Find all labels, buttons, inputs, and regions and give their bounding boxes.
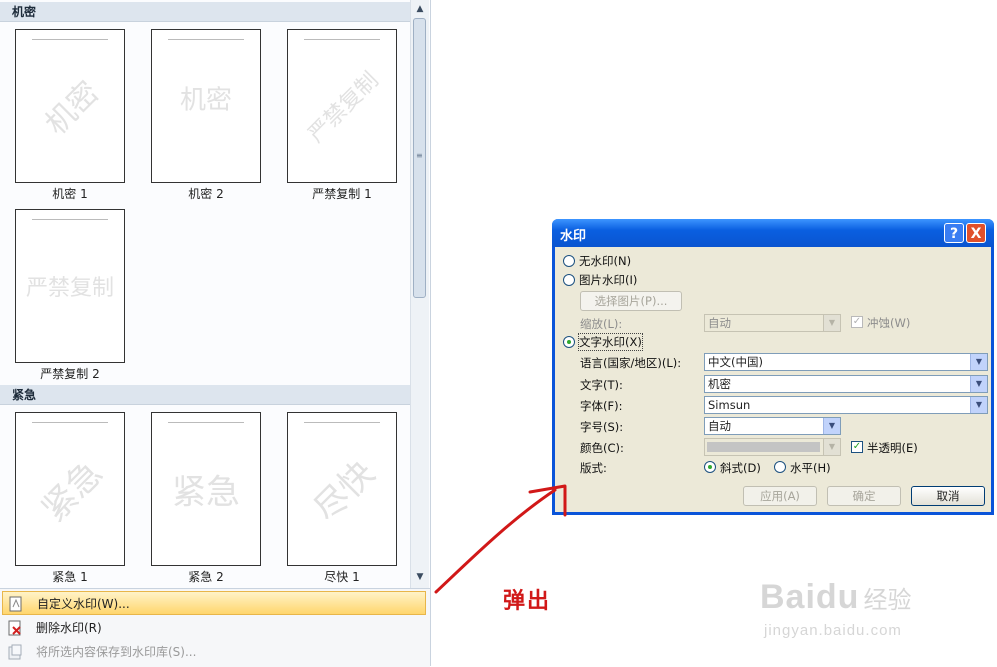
font-label: 字体(F): (580, 399, 623, 413)
custom-watermark-label: 自定义水印(W)... (37, 597, 130, 611)
document-icon (9, 596, 22, 612)
delete-document-icon (8, 620, 21, 636)
no-watermark-radio[interactable] (563, 255, 575, 267)
chevron-down-icon: ▼ (823, 315, 840, 331)
scale-select[interactable]: 自动 ▼ (704, 314, 841, 332)
watermark-thumbnail-asap-1[interactable]: 尽快 尽快 1 (287, 412, 397, 585)
diagonal-label: 斜式(D) (720, 461, 761, 475)
thumbnail-label: 严禁复制 1 (312, 187, 372, 201)
baidu-jingyan-logo: Baidu 经验 (760, 578, 911, 617)
color-swatch (707, 442, 820, 452)
watermark-text: 机密 (179, 85, 233, 116)
picture-watermark-label: 图片水印(I) (579, 273, 638, 287)
size-label: 字号(S): (580, 420, 624, 434)
watermark-text: 机密 (38, 74, 107, 143)
thumbnail-label: 紧急 1 (52, 570, 88, 584)
text-select[interactable]: 机密 ▼ (704, 375, 988, 393)
language-label: 语言(国家/地区)(L): (580, 356, 682, 370)
scale-label: 缩放(L): (580, 317, 623, 331)
washout-checkbox[interactable]: ✓ (851, 316, 863, 328)
dialog-titlebar[interactable]: 水印 ? X (552, 219, 994, 247)
text-watermark-radio[interactable] (563, 336, 575, 348)
watermark-text: 紧急 (34, 453, 111, 530)
select-picture-button[interactable]: 选择图片(P)... (580, 291, 682, 311)
thumbnail-label: 紧急 2 (188, 570, 224, 584)
save-gallery-icon (8, 644, 22, 660)
arrow-up-icon[interactable]: ▲ (414, 2, 426, 16)
section-header-confidential: 机密 (0, 2, 410, 22)
ok-button[interactable]: 确定 (827, 486, 901, 506)
thumbnail-label: 尽快 1 (324, 570, 360, 584)
watermark-thumbnail-no-copy-1[interactable]: 严禁复制 严禁复制 1 (287, 29, 397, 202)
remove-watermark-menu-item[interactable]: 删除水印(R) (2, 616, 426, 640)
page-preview: 紧急 (15, 412, 125, 566)
thumbnail-label: 机密 1 (52, 187, 88, 201)
page-preview: 严禁复制 (287, 29, 397, 183)
thumbnail-label: 机密 2 (188, 187, 224, 201)
layout-label: 版式: (580, 461, 607, 475)
chevron-down-icon: ▼ (970, 376, 987, 392)
close-icon[interactable]: X (966, 223, 986, 243)
remove-watermark-label: 删除水印(R) (36, 621, 102, 635)
watermark-thumbnail-confidential-1[interactable]: 机密 机密 1 (15, 29, 125, 202)
custom-watermark-menu-item[interactable]: 自定义水印(W)... (2, 591, 426, 615)
no-watermark-label: 无水印(N) (579, 254, 632, 268)
watermark-text: 严禁复制 (303, 67, 384, 148)
watermark-thumbnail-urgent-2[interactable]: 紧急 紧急 2 (151, 412, 261, 585)
semitransparent-checkbox[interactable]: ✓ (851, 441, 863, 453)
semitransparent-label: 半透明(E) (867, 441, 918, 455)
diagonal-radio[interactable] (704, 461, 716, 473)
save-to-gallery-menu-item[interactable]: 将所选内容保存到水印库(S)... (2, 640, 426, 664)
page-preview: 尽快 (287, 412, 397, 566)
gallery-scrollbar[interactable]: ▲ ≡ ▼ (410, 0, 429, 588)
watermark-text: 严禁复制 (25, 276, 115, 301)
dialog-title: 水印 (560, 229, 587, 244)
horizontal-radio[interactable] (774, 461, 786, 473)
brand-logo-text: Baidu (760, 578, 860, 616)
scrollbar-thumb[interactable]: ≡ (413, 18, 426, 298)
watermark-dialog: 水印 ? X 无水印(N) 图片水印(I) 选择图片(P)... 缩放(L): … (552, 219, 994, 515)
apply-button[interactable]: 应用(A) (743, 486, 817, 506)
washout-label: 冲蚀(W) (867, 316, 911, 330)
page-preview: 紧急 (151, 412, 261, 566)
font-select[interactable]: Simsun ▼ (704, 396, 988, 414)
page-preview: 严禁复制 (15, 209, 125, 363)
chevron-down-icon: ▼ (970, 354, 987, 370)
brand-url: jingyan.baidu.com (764, 622, 902, 639)
color-select[interactable]: ▼ (704, 438, 841, 456)
save-to-gallery-label: 将所选内容保存到水印库(S)... (36, 645, 197, 659)
help-icon[interactable]: ? (944, 223, 964, 243)
horizontal-label: 水平(H) (790, 461, 831, 475)
watermark-menu: 自定义水印(W)... 删除水印(R) 将所选内容保存到水印库(S)... (0, 588, 430, 667)
color-label: 颜色(C): (580, 441, 624, 455)
page-preview: 机密 (151, 29, 261, 183)
watermark-text: 紧急 (172, 472, 240, 513)
watermark-text: 尽快 (306, 453, 383, 530)
text-watermark-label: 文字水印(X) (578, 333, 643, 351)
chevron-down-icon: ▼ (823, 439, 840, 455)
language-select[interactable]: 中文(中国) ▼ (704, 353, 988, 371)
text-label: 文字(T): (580, 378, 623, 392)
section-header-urgent: 紧急 (0, 385, 410, 405)
watermark-thumbnail-urgent-1[interactable]: 紧急 紧急 1 (15, 412, 125, 585)
watermark-thumbnail-no-copy-2[interactable]: 严禁复制 严禁复制 2 (15, 209, 125, 382)
chevron-down-icon: ▼ (970, 397, 987, 413)
picture-watermark-radio[interactable] (563, 274, 575, 286)
thumbnail-label: 严禁复制 2 (40, 367, 100, 381)
cancel-button[interactable]: 取消 (911, 486, 985, 506)
brand-cn-text: 经验 (863, 586, 912, 614)
chevron-down-icon: ▼ (823, 418, 840, 434)
size-select[interactable]: 自动 ▼ (704, 417, 841, 435)
popup-annotation-label: 弹出 (503, 588, 552, 614)
page-preview: 机密 (15, 29, 125, 183)
arrow-down-icon[interactable]: ▼ (414, 570, 426, 584)
watermark-thumbnail-confidential-2[interactable]: 机密 机密 2 (151, 29, 261, 202)
watermark-gallery: 机密 机密 机密 1 机密 机密 2 严禁复制 严禁复制 1 严禁复制 严禁复制… (0, 0, 431, 667)
